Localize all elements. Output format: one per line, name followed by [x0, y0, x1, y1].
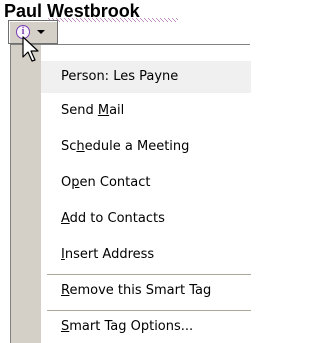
menu-item-label-part: Sc [61, 139, 77, 154]
menu-item-label-part: edule a Meeting [84, 139, 190, 154]
menu-item-schedule-meeting[interactable]: Schedule a Meeting [41, 131, 251, 163]
menu-item-label-part: mart Tag Options... [69, 319, 194, 334]
smart-tag-menu: Person: Les Payne Send Mail Schedule a M… [10, 44, 251, 343]
menu-item-smart-tag-options[interactable]: Smart Tag Options... [41, 311, 251, 343]
menu-item-mnemonic: M [97, 103, 110, 118]
chevron-down-icon[interactable] [37, 30, 45, 34]
menu-item-label-part: dd to Contacts [69, 211, 165, 226]
menu-item-label-part: emove this Smart Tag [69, 283, 212, 298]
menu-item-label-part: O [61, 175, 72, 190]
smart-tag-underline [48, 18, 178, 22]
menu-item-label-part: en Contact [79, 175, 151, 190]
menu-header-person: Person: Les Payne [41, 61, 251, 93]
menu-item-label-part: Send [61, 103, 98, 118]
menu-item-remove-smart-tag[interactable]: Remove this Smart Tag [41, 275, 251, 307]
menu-item-open-contact[interactable]: Open Contact [41, 167, 251, 199]
menu-item-label-part: nsert Address [64, 247, 155, 262]
menu-item-insert-address[interactable]: Insert Address [41, 239, 251, 271]
mouse-pointer-icon [22, 36, 39, 62]
menu-item-mnemonic: h [76, 139, 85, 154]
menu-icon-gutter [11, 45, 41, 343]
menu-item-add-to-contacts[interactable]: Add to Contacts [41, 203, 251, 235]
menu-item-mnemonic: p [71, 175, 80, 190]
menu-item-mnemonic: A [61, 211, 70, 226]
menu-item-send-mail[interactable]: Send Mail [41, 95, 251, 127]
menu-item-label-part: ail [109, 103, 125, 118]
